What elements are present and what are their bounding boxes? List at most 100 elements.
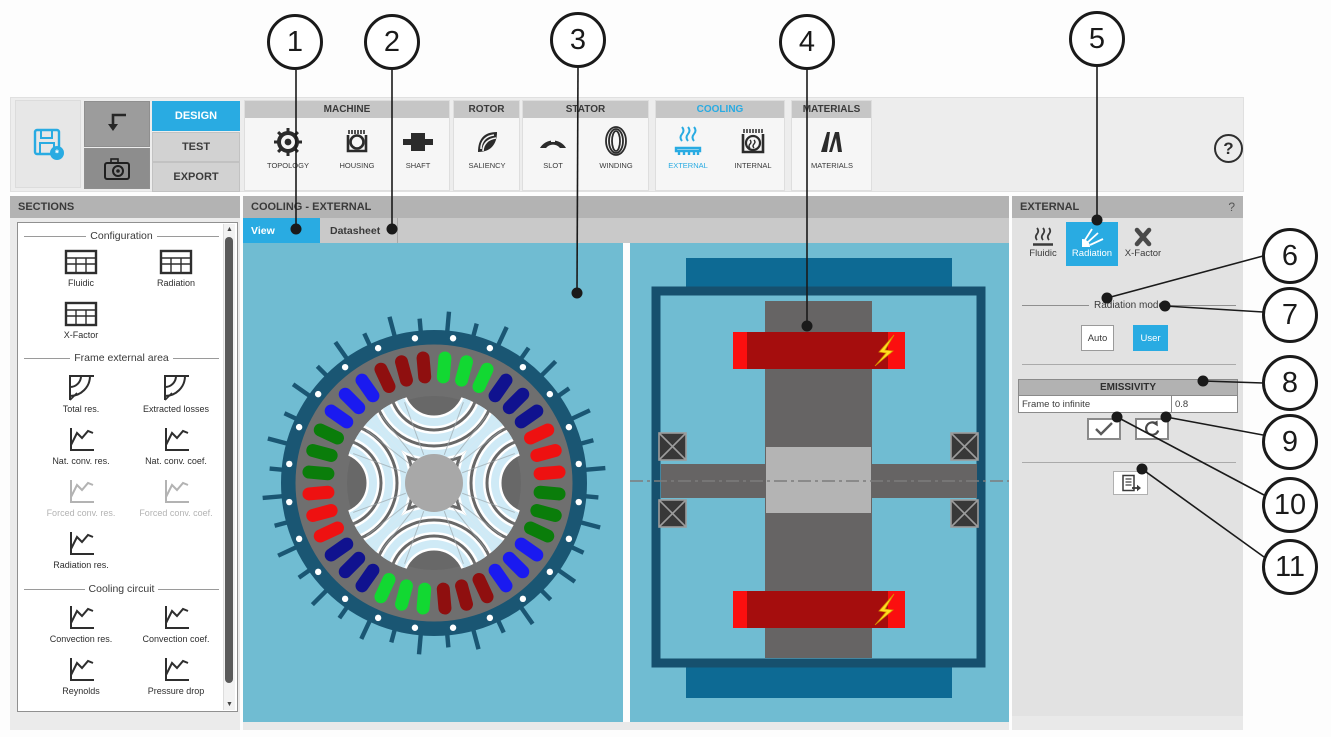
callout-1: 1 (267, 14, 323, 70)
divider (1022, 364, 1236, 365)
toolbar-item-label: TOPOLOGY (267, 161, 309, 170)
sections-panel-title: SECTIONS (10, 196, 240, 218)
toolbar-group-stator: STATOR SLOT WINDING (522, 100, 649, 191)
end-cap-bottom (686, 666, 952, 698)
toolbar-item-slot[interactable]: SLOT (523, 120, 583, 190)
toolbar-item-shaft[interactable]: SHAFT (388, 120, 448, 190)
section-item-forced-conv-res: Forced conv. res. (35, 477, 127, 518)
toolbar-item-winding[interactable]: WINDING (586, 120, 646, 190)
callout-4: 4 (779, 14, 835, 70)
design-mode-button[interactable]: DESIGN (152, 101, 240, 131)
export-document-icon (1121, 474, 1141, 492)
scrollbar-thumb[interactable] (225, 237, 233, 683)
top-toolbar: * DESIGN TEST EXPORT MACHINE TOPOLOGY HO… (10, 97, 1244, 192)
section-item-total-res[interactable]: Total res. (35, 373, 127, 414)
emissivity-table-header: EMISSIVITY (1019, 380, 1237, 396)
toolbar-item-housing[interactable]: HOUSING (327, 120, 387, 190)
section-item-radiation-res[interactable]: Radiation res. (35, 529, 127, 570)
panel-tab-label: Radiation (1071, 248, 1113, 259)
user-mode-button[interactable]: User (1133, 325, 1168, 351)
panel-tab-fluidic[interactable]: Fluidic (1022, 222, 1064, 266)
sections-scrollbar[interactable]: ▲ ▼ (223, 224, 235, 710)
line-plot-icon (70, 658, 94, 681)
radial-view-canvas[interactable] (243, 243, 623, 722)
materials-icon (816, 120, 848, 158)
help-button[interactable]: ? (1214, 134, 1243, 163)
line-plot-icon (165, 606, 189, 629)
toolbar-group-rotor: ROTOR SALIENCY (453, 100, 520, 191)
scroll-down-icon[interactable]: ▼ (224, 699, 235, 710)
section-item-extracted-losses[interactable]: Extracted losses (130, 373, 222, 414)
toolbar-item-materials[interactable]: MATERIALS (802, 120, 862, 190)
export-mode-button[interactable]: EXPORT (152, 162, 240, 192)
toolbar-item-topology[interactable]: TOPOLOGY (258, 120, 318, 190)
axial-view-canvas[interactable] (630, 243, 1009, 722)
toolbar-item-label: INTERNAL (734, 161, 772, 170)
motor-axial-section (630, 258, 1009, 698)
section-item-fluidic[interactable]: Fluidic (35, 249, 127, 288)
slot-icon (536, 120, 570, 158)
section-item-reynolds[interactable]: Reynolds (35, 655, 127, 696)
save-button[interactable]: * (15, 100, 81, 188)
toolbar-item-label: WINDING (599, 161, 633, 170)
toolbar-item-external[interactable]: EXTERNAL (658, 120, 718, 190)
check-icon (1095, 422, 1113, 436)
internal-cooling-icon (737, 120, 769, 158)
scroll-up-icon[interactable]: ▲ (224, 224, 235, 235)
toolbar-item-internal[interactable]: INTERNAL (723, 120, 783, 190)
housing-icon (341, 120, 373, 158)
load-button[interactable] (84, 101, 150, 147)
toolbar-item-label: MATERIALS (811, 161, 853, 170)
apply-button[interactable] (1087, 418, 1121, 440)
toolbar-item-saliency[interactable]: SALIENCY (457, 120, 517, 190)
external-panel-content: Fluidic Radiation X-Factor Radiation mod… (1012, 218, 1243, 716)
section-item-convection-coef[interactable]: Convection coef. (130, 603, 222, 644)
callout-2: 2 (364, 14, 420, 70)
section-item-pressure-drop[interactable]: Pressure drop (130, 655, 222, 696)
section-item-radiation[interactable]: Radiation (130, 249, 222, 288)
camera-icon (104, 157, 130, 180)
section-item-forced-conv-coef: Forced conv. coef. (130, 477, 222, 518)
rotor-section (766, 447, 871, 513)
toolbar-group-machine: MACHINE TOPOLOGY HOUSING SHAFT (244, 100, 450, 191)
panel-help-button[interactable]: ? (1228, 200, 1235, 214)
emissivity-value-field[interactable]: 0.8 (1171, 396, 1237, 412)
line-plot-icon (70, 532, 94, 555)
toolbar-group-materials-header: MATERIALS (792, 101, 871, 118)
callout-11: 11 (1262, 539, 1318, 595)
tab-datasheet[interactable]: Datasheet (322, 218, 398, 243)
area-plot-icon (69, 375, 94, 401)
application-window: * DESIGN TEST EXPORT MACHINE TOPOLOGY HO… (0, 0, 1331, 737)
panel-tab-radiation[interactable]: Radiation (1066, 222, 1118, 266)
auto-mode-button[interactable]: Auto (1081, 325, 1114, 351)
section-item-nat-conv-res[interactable]: Nat. conv. res. (35, 425, 127, 466)
toolbar-item-label: SALIENCY (468, 161, 506, 170)
panel-tab-xfactor[interactable]: X-Factor (1120, 222, 1166, 266)
x-factor-icon (1134, 227, 1152, 247)
test-mode-button[interactable]: TEST (152, 131, 240, 162)
snapshot-button[interactable] (84, 148, 150, 189)
view-tabs: View Datasheet (243, 218, 1009, 243)
save-icon: * (33, 128, 64, 160)
svg-text:*: * (55, 149, 59, 160)
table-icon (64, 249, 98, 275)
area-plot-icon (164, 375, 189, 401)
external-panel-title: EXTERNAL (1020, 201, 1080, 213)
toolbar-group-cooling-header: COOLING (656, 101, 784, 118)
shaft-icon (401, 120, 435, 158)
saliency-icon (471, 120, 503, 158)
line-plot-icon (165, 428, 189, 451)
main-view-title: COOLING - EXTERNAL (243, 196, 1009, 218)
tab-view[interactable]: View (243, 218, 320, 243)
toolbar-item-label: SHAFT (405, 161, 431, 170)
section-item-convection-res[interactable]: Convection res. (35, 603, 127, 644)
export-data-button[interactable] (1113, 471, 1148, 495)
section-item-nat-conv-coef[interactable]: Nat. conv. coef. (130, 425, 222, 466)
radiation-icon (1082, 228, 1104, 247)
reset-button[interactable] (1135, 418, 1169, 440)
fluidic-icon (1033, 227, 1053, 246)
section-item-xfactor[interactable]: X-Factor (35, 301, 127, 340)
emissivity-table: EMISSIVITY Frame to infinite 0.8 (1018, 379, 1238, 413)
section-group-frame-external-area: Frame external area (24, 352, 219, 364)
external-panel-header: EXTERNAL ? (1012, 196, 1243, 218)
